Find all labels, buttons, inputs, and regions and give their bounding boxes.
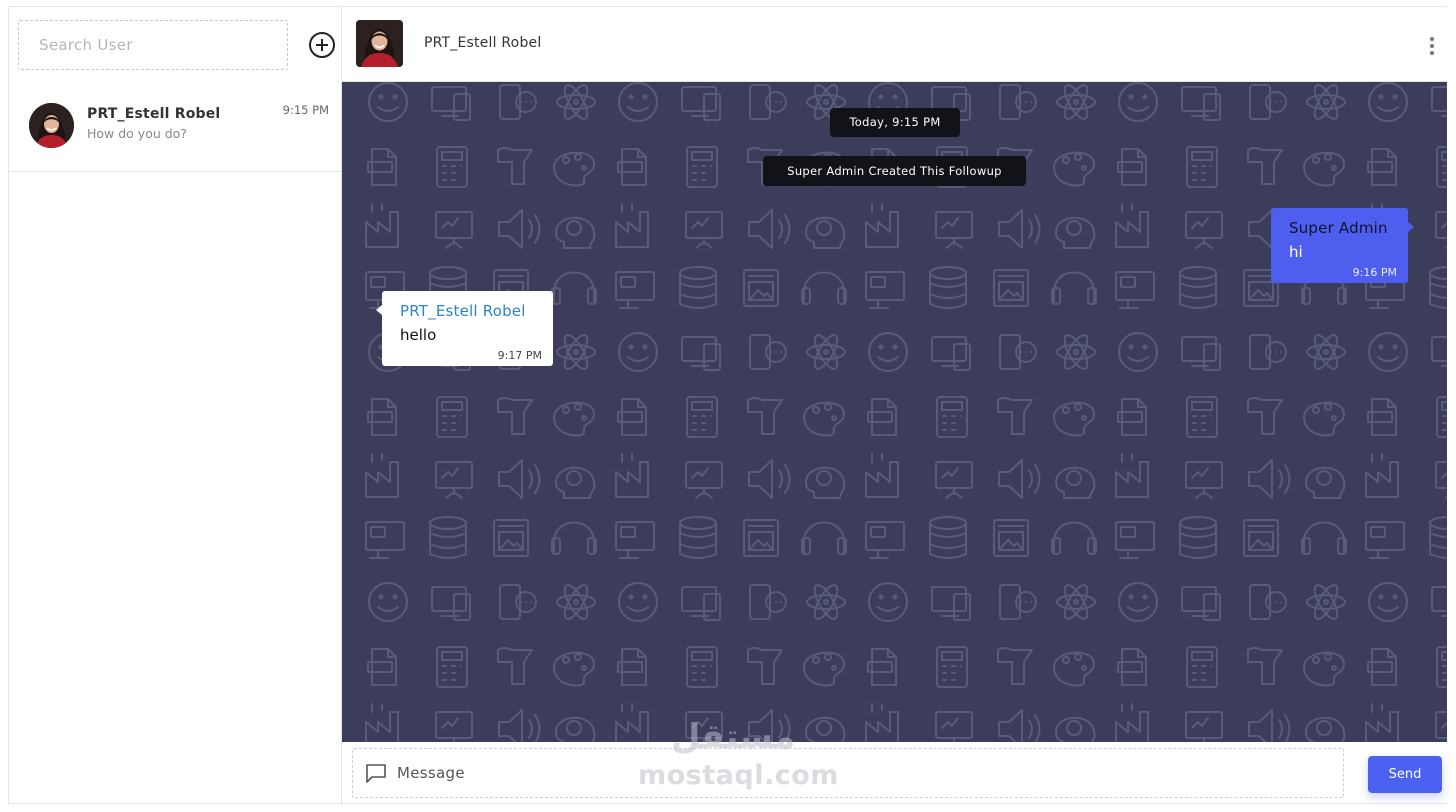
messages-area[interactable]: Today, 9:15 PM Super Admin Created This …: [342, 82, 1447, 742]
message-time: 9:16 PM: [1352, 266, 1397, 279]
chat-title: PRT_Estell Robel: [424, 35, 542, 51]
avatar[interactable]: [356, 20, 403, 67]
contact-time: 9:15 PM: [282, 103, 329, 117]
contact-last-message: How do you do?: [87, 126, 187, 141]
message-text: hi: [1289, 243, 1303, 261]
message-bubble-icon: [366, 764, 386, 783]
incoming-message[interactable]: PRT_Estell Robel hello 9:17 PM: [376, 291, 553, 366]
message-sender: Super Admin: [1289, 219, 1388, 237]
message-input[interactable]: [397, 749, 1327, 797]
vertical-dots-icon[interactable]: [1429, 37, 1435, 57]
avatar: [29, 103, 74, 148]
message-sender: PRT_Estell Robel: [400, 302, 526, 320]
system-message: Super Admin Created This Followup: [763, 156, 1026, 186]
contacts-sidebar: PRT_Estell Robel How do you do? 9:15 PM: [9, 7, 342, 803]
message-text: hello: [400, 326, 437, 344]
add-contact-button[interactable]: [309, 32, 335, 58]
chat-header: PRT_Estell Robel: [342, 7, 1447, 82]
contact-list-item[interactable]: PRT_Estell Robel How do you do? 9:15 PM: [9, 88, 341, 172]
message-field[interactable]: [352, 748, 1344, 798]
contact-name: PRT_Estell Robel: [87, 106, 221, 122]
message-composer: Send: [342, 742, 1447, 803]
chat-app: PRT_Estell Robel How do you do? 9:15 PM …: [8, 6, 1447, 804]
send-button[interactable]: Send: [1368, 756, 1442, 793]
outgoing-message[interactable]: Super Admin hi 9:16 PM: [1271, 208, 1414, 283]
date-divider: Today, 9:15 PM: [830, 108, 960, 137]
chat-panel: PRT_Estell Robel Today, 9:15 PM Super Ad…: [342, 7, 1447, 803]
message-time: 9:17 PM: [497, 349, 542, 362]
search-user-input[interactable]: [18, 20, 288, 70]
